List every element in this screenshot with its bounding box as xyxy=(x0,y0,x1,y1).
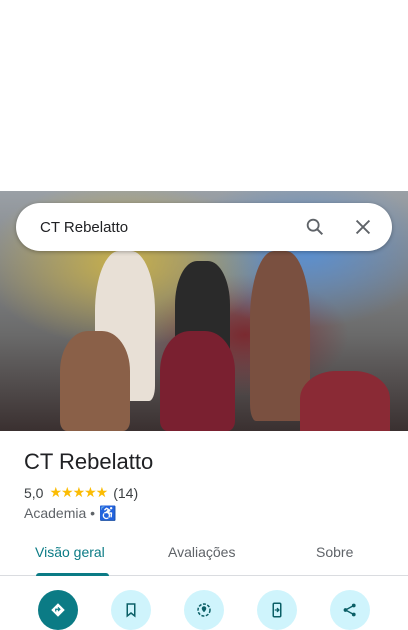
nearby-button[interactable] xyxy=(184,590,224,630)
star-rating: ★★★★★ xyxy=(49,484,108,500)
category-row: Academia • ♿ xyxy=(24,505,116,522)
bookmark-icon xyxy=(126,603,136,618)
wheelchair-icon[interactable]: ♿ xyxy=(99,505,116,521)
send-to-phone-button[interactable] xyxy=(257,590,297,630)
nearby-icon xyxy=(197,603,211,617)
separator: • xyxy=(90,505,96,521)
close-icon[interactable] xyxy=(352,216,374,238)
rating-value: 5,0 xyxy=(24,484,44,501)
tab-overview[interactable]: Visão geral xyxy=(35,544,105,560)
tab-reviews[interactable]: Avaliações xyxy=(168,544,235,560)
search-bar[interactable]: CT Rebelatto xyxy=(16,203,392,251)
directions-icon xyxy=(51,603,65,617)
rating-row[interactable]: 5,0 ★★★★★ (14) xyxy=(24,484,138,501)
active-tab-indicator xyxy=(36,573,109,576)
category: Academia xyxy=(24,505,87,521)
directions-button[interactable] xyxy=(38,590,78,630)
save-button[interactable] xyxy=(111,590,151,630)
share-icon xyxy=(343,603,356,617)
search-icon[interactable] xyxy=(304,216,326,238)
share-button[interactable] xyxy=(330,590,370,630)
tab-about[interactable]: Sobre xyxy=(316,544,353,560)
tab-bar: Visão geral Avaliações Sobre xyxy=(0,532,408,576)
search-input[interactable]: CT Rebelatto xyxy=(40,219,304,236)
review-count[interactable]: (14) xyxy=(113,485,138,501)
send-to-phone-icon xyxy=(272,602,282,618)
place-title: CT Rebelatto xyxy=(24,449,154,474)
